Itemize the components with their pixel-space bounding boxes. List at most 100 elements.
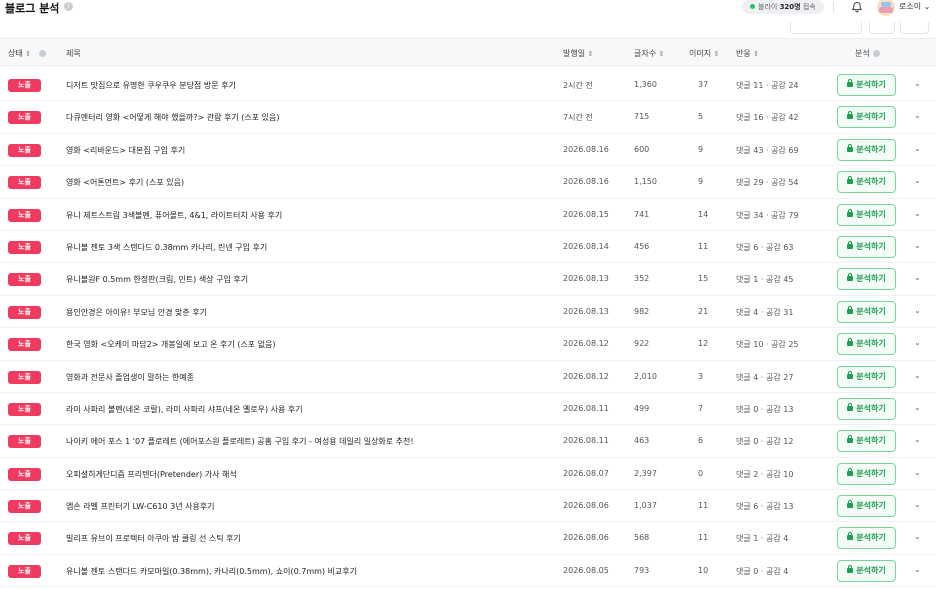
analyze-button[interactable]: 분석하기	[837, 559, 896, 582]
analyze-button[interactable]: 분석하기	[837, 268, 896, 291]
analyze-button[interactable]: 분석하기	[837, 333, 896, 356]
analyze-button[interactable]: 분석하기	[837, 74, 896, 96]
chevron-down-icon[interactable]: ⌄	[914, 144, 921, 153]
analyze-button[interactable]: 분석하기	[837, 235, 896, 258]
post-title[interactable]: 영화 <어톤먼트> 후기 (스포 있음)	[66, 177, 184, 188]
analyze-button[interactable]: 분석하기	[837, 365, 896, 388]
user-menu[interactable]: 로소이 ⌄	[899, 1, 930, 12]
table-row[interactable]: 노출 디저트 맛집으로 유명한 쿠우쿠우 분당점 방문 후기 2시간 전 1,360 3…	[0, 69, 936, 102]
chevron-down-icon[interactable]: ⌄	[914, 435, 921, 444]
analyze-button[interactable]: 분석하기	[837, 462, 896, 485]
chevron-down-icon[interactable]: ⌄	[914, 468, 921, 477]
chevron-down-icon[interactable]: ⌄	[914, 79, 921, 88]
analyze-button[interactable]: 분석하기	[837, 527, 896, 550]
post-title[interactable]: 오피셜히게단디즘 프리텐더(Pretender) 가사 해석	[66, 469, 237, 480]
table-row[interactable]: 노출 용인안경은 아이유! 부모님 안경 맞춘 후기 2026.08.13 982 21…	[0, 296, 936, 329]
chevron-down-icon[interactable]: ⌄	[914, 338, 921, 347]
post-reaction: 댓글 16 · 공감 42	[736, 113, 799, 123]
post-title[interactable]: 한국 영화 <오케이 마담2> 개봉일에 보고 온 후기 (스포 없음)	[66, 339, 276, 350]
col-chars[interactable]: 글자수 ⇕	[634, 48, 665, 59]
post-title[interactable]: 빌리프 유브이 프로텍터 아쿠아 밤 쿨링 선 스틱 후기	[66, 533, 241, 544]
chevron-down-icon[interactable]: ⌄	[914, 500, 921, 509]
post-images: 15	[698, 274, 709, 284]
chevron-down-icon[interactable]: ⌄	[914, 565, 921, 574]
bell-icon[interactable]	[851, 1, 863, 13]
lock-icon	[847, 564, 854, 573]
status-badge: 노출	[8, 338, 41, 352]
post-title[interactable]: 유니볼 젠토 스탠다드 카모마일(0.38mm), 카나리(0.5mm), 쇼이…	[66, 566, 357, 577]
chevron-down-icon[interactable]: ⌄	[914, 532, 921, 541]
search-input[interactable]	[790, 22, 862, 34]
post-chars: 922	[634, 339, 650, 349]
post-title[interactable]: 유니 제트스트림 3색볼펜, 퓨어몰트, 4&1, 라이트터치 사용 후기	[66, 210, 282, 221]
analyze-button[interactable]: 분석하기	[837, 300, 896, 323]
table-row[interactable]: 노출 다큐멘터리 영화 <어떻게 해야 했을까?> 관람 후기 (스포 있음) 7시…	[0, 101, 936, 134]
table-row[interactable]: 노출 영화 <어톤먼트> 후기 (스포 있음) 2026.08.16 1,150 9 댓글…	[0, 166, 936, 199]
col-date-label: 발행일	[563, 49, 586, 58]
chevron-down-icon[interactable]: ⌄	[914, 306, 921, 315]
lock-icon	[847, 305, 854, 314]
info-icon[interactable]: i	[64, 2, 73, 11]
chevron-down-icon[interactable]: ⌄	[914, 209, 921, 218]
table-row[interactable]: 노출 유니 제트스트림 3색볼펜, 퓨어몰트, 4&1, 라이트터치 사용 후기 2…	[0, 199, 936, 231]
table-row[interactable]: 노출 빌리프 유브이 프로텍터 아쿠아 밤 쿨링 선 스틱 후기 2026.08.0…	[0, 522, 936, 555]
post-title[interactable]: 용인안경은 아이유! 부모님 안경 맞춘 후기	[66, 307, 207, 318]
post-title[interactable]: 다큐멘터리 영화 <어떻게 해야 했을까?> 관람 후기 (스포 있음)	[66, 112, 280, 123]
analyze-button[interactable]: 분석하기	[837, 171, 896, 194]
analyze-button[interactable]: 분석하기	[837, 430, 896, 453]
analyze-button[interactable]: 분석하기	[837, 495, 896, 518]
post-reaction: 댓글 43 · 공감 69	[736, 145, 799, 155]
analyze-button[interactable]: 분석하기	[837, 106, 896, 129]
post-title[interactable]: 영화 <리바운드> 대본집 구입 후기	[66, 145, 185, 156]
analyze-button[interactable]: 분석하기	[837, 397, 896, 420]
analyze-button[interactable]: 분석하기	[837, 203, 896, 226]
chevron-down-icon[interactable]: ⌄	[914, 111, 921, 120]
post-title[interactable]: 디저트 맛집으로 유명한 쿠우쿠우 분당점 방문 후기	[66, 80, 236, 91]
lock-icon	[847, 208, 854, 217]
col-images[interactable]: 이미지 ⇕	[689, 48, 720, 59]
online-dot-icon	[750, 4, 755, 9]
status-badge: 노출	[8, 143, 41, 157]
lock-icon	[847, 111, 854, 120]
post-chars: 982	[634, 306, 650, 316]
table-row[interactable]: 노출 유니볼 젠토 3색 스탠다드 0.38mm 카나리, 린넨 구입 후기 202…	[0, 231, 936, 264]
chevron-down-icon[interactable]: ⌄	[914, 273, 921, 282]
info-icon[interactable]	[39, 50, 47, 57]
info-icon[interactable]	[872, 50, 880, 57]
analyze-button-label: 분석하기	[856, 112, 886, 122]
post-title[interactable]: 유니볼원F 0.5mm 한정판(크림, 민트) 색상 구입 후기	[66, 274, 248, 285]
table-row[interactable]: 노출 영화 <리바운드> 대본집 구입 후기 2026.08.16 600 9 댓글 43…	[0, 134, 936, 167]
filter-button[interactable]	[869, 22, 895, 34]
analyze-button-label: 분석하기	[856, 533, 886, 543]
post-title[interactable]: 라미 사파리 볼펜(네온 코랄), 라미 사파리 샤프(네온 옐로우) 사용 후…	[66, 404, 303, 415]
chevron-down-icon[interactable]: ⌄	[914, 241, 921, 250]
table-row[interactable]: 노출 오피셜히게단디즘 프리텐더(Pretender) 가사 해석 2026.08.…	[0, 458, 936, 491]
post-title[interactable]: 유니볼 젠토 3색 스탠다드 0.38mm 카나리, 린넨 구입 후기	[66, 242, 267, 253]
settings-button[interactable]	[900, 22, 929, 34]
col-status[interactable]: 상태 ⇕	[8, 48, 47, 59]
analyze-button[interactable]: 분석하기	[837, 138, 896, 161]
col-reaction[interactable]: 반응 ⇕	[736, 48, 759, 59]
post-date: 2026.08.15	[563, 209, 609, 219]
table-row[interactable]: 노출 영화과 전문사 졸업생이 말하는 한예종 2026.08.12 2,010 3 댓글…	[0, 361, 936, 393]
sort-icon: ⇕	[658, 50, 665, 58]
chevron-down-icon[interactable]: ⌄	[914, 176, 921, 185]
post-title[interactable]: 나이키 에어 포스 1 '07 플로레트 (에어포스원 플로레트) 공홈 구입 …	[66, 436, 414, 447]
table-row[interactable]: 노출 유니볼원F 0.5mm 한정판(크림, 민트) 색상 구입 후기 2026.0…	[0, 263, 936, 296]
post-title[interactable]: 엡손 라벨 프린터기 LW-C610 3년 사용후기	[66, 501, 215, 512]
chevron-down-icon[interactable]: ⌄	[914, 371, 921, 380]
avatar[interactable]	[876, 0, 896, 16]
post-chars: 568	[634, 533, 650, 543]
post-title[interactable]: 영화과 전문사 졸업생이 말하는 한예종	[66, 372, 194, 383]
chevron-down-icon[interactable]: ⌄	[914, 403, 921, 412]
table-row[interactable]: 노출 나이키 에어 포스 1 '07 플로레트 (에어포스원 플로레트) 공홈 구…	[0, 425, 936, 458]
table-row[interactable]: 노출 유니볼 젠토 스탠다드 카모마일(0.38mm), 카나리(0.5mm), …	[0, 555, 936, 588]
post-chars: 1,037	[634, 501, 657, 511]
table-row[interactable]: 노출 엡손 라벨 프린터기 LW-C610 3년 사용후기 2026.08.06 1,…	[0, 490, 936, 523]
post-date: 2026.08.16	[563, 177, 609, 187]
post-chars: 352	[634, 274, 650, 284]
col-date[interactable]: 발행일 ⇕	[563, 48, 594, 59]
post-chars: 741	[634, 209, 650, 219]
table-row[interactable]: 노출 라미 사파리 볼펜(네온 코랄), 라미 사파리 샤프(네온 옐로우) 사용…	[0, 393, 936, 426]
table-row[interactable]: 노출 한국 영화 <오케이 마담2> 개봉일에 보고 온 후기 (스포 없음) 20…	[0, 328, 936, 361]
